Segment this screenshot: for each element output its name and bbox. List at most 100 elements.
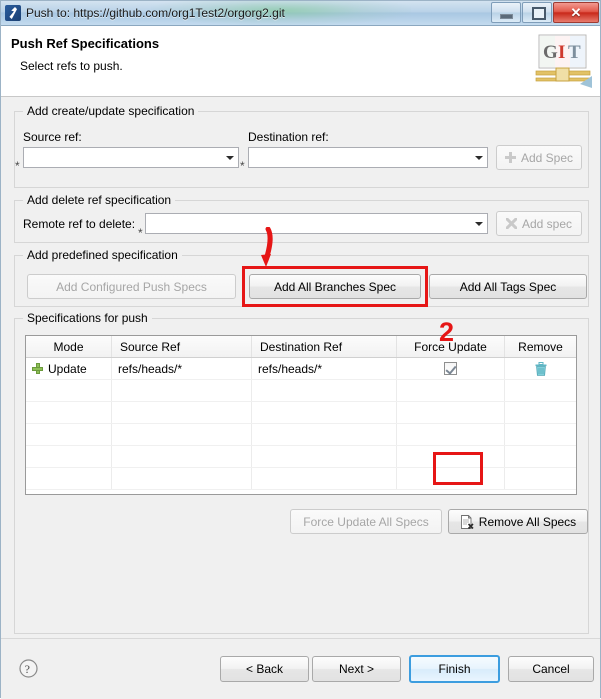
cell-empty bbox=[26, 402, 112, 423]
next-button[interactable]: Next > bbox=[312, 656, 401, 682]
cell-empty bbox=[112, 468, 252, 489]
window-controls: ✕ bbox=[490, 2, 599, 23]
table-row-empty[interactable] bbox=[26, 446, 576, 468]
cell-empty bbox=[112, 402, 252, 423]
cell-empty bbox=[505, 424, 576, 445]
column-header-force-update[interactable]: Force Update bbox=[397, 336, 505, 357]
back-button[interactable]: < Back bbox=[220, 656, 309, 682]
force-update-all-specs-button[interactable]: Force Update All Specs bbox=[290, 509, 442, 534]
add-all-branches-spec-label: Add All Branches Spec bbox=[273, 279, 397, 294]
dialog-footer: ? < Back Next > Finish Cancel bbox=[1, 638, 600, 697]
source-ref-label: Source ref: bbox=[23, 130, 82, 144]
cell-empty bbox=[252, 380, 397, 401]
cell-empty bbox=[397, 380, 505, 401]
table-header-row: Mode Source Ref Destination Ref Force Up… bbox=[26, 336, 576, 358]
finish-button-label: Finish bbox=[438, 662, 471, 676]
svg-text:T: T bbox=[568, 42, 581, 63]
window-title-bar: Push to: https://github.com/org1Test2/or… bbox=[1, 1, 600, 26]
cell-empty bbox=[505, 468, 576, 489]
page-title: Push Ref Specifications bbox=[11, 36, 160, 51]
table-row-empty[interactable] bbox=[26, 468, 576, 490]
remove-all-document-icon bbox=[460, 514, 474, 529]
chevron-down-icon bbox=[475, 156, 483, 160]
next-button-label: Next > bbox=[338, 662, 374, 676]
eclipse-git-icon bbox=[5, 5, 21, 21]
cell-destination-ref: refs/heads/* bbox=[252, 358, 397, 379]
source-ref-combo[interactable] bbox=[23, 147, 239, 168]
back-button-label: < Back bbox=[245, 662, 284, 676]
cell-empty bbox=[112, 424, 252, 445]
destination-ref-combo[interactable] bbox=[248, 147, 488, 168]
cancel-button-label: Cancel bbox=[532, 662, 570, 676]
column-header-destination-ref[interactable]: Destination Ref bbox=[252, 336, 397, 357]
cell-empty bbox=[26, 446, 112, 467]
cell-mode: Update bbox=[26, 358, 112, 379]
cell-force-update[interactable] bbox=[397, 358, 505, 379]
cell-empty bbox=[397, 424, 505, 445]
cell-empty bbox=[252, 446, 397, 467]
add-all-branches-spec-button[interactable]: Add All Branches Spec bbox=[249, 274, 421, 299]
source-ref-required-star: * bbox=[15, 159, 20, 173]
cell-mode-text: Update bbox=[48, 361, 87, 376]
remove-x-icon bbox=[505, 218, 517, 229]
specifications-table[interactable]: Mode Source Ref Destination Ref Force Up… bbox=[25, 335, 577, 495]
delete-spec-group-title: Add delete ref specification bbox=[23, 193, 176, 207]
add-spec-delete-button[interactable]: Add spec bbox=[496, 211, 582, 236]
add-all-tags-spec-button[interactable]: Add All Tags Spec bbox=[429, 274, 587, 299]
force-update-all-specs-label: Force Update All Specs bbox=[303, 514, 429, 529]
column-header-mode[interactable]: Mode bbox=[26, 336, 112, 357]
create-update-spec-group-title: Add create/update specification bbox=[23, 104, 199, 118]
cell-empty bbox=[112, 380, 252, 401]
add-spec-button-label: Add Spec bbox=[520, 150, 574, 165]
chevron-down-icon bbox=[475, 222, 483, 226]
table-row-empty[interactable] bbox=[26, 380, 576, 402]
close-icon: ✕ bbox=[570, 4, 582, 20]
add-configured-push-specs-button[interactable]: Add Configured Push Specs bbox=[27, 274, 236, 299]
cell-remove[interactable] bbox=[505, 358, 576, 379]
cell-empty bbox=[505, 380, 576, 401]
dialog-body: Add create/update specification Source r… bbox=[1, 97, 600, 699]
column-header-source-ref[interactable]: Source Ref bbox=[112, 336, 252, 357]
destination-ref-required-star: * bbox=[240, 159, 245, 173]
close-button[interactable]: ✕ bbox=[553, 2, 599, 23]
maximize-button[interactable] bbox=[522, 2, 552, 23]
dialog-header: Push Ref Specifications Select refs to p… bbox=[1, 26, 600, 97]
remove-all-specs-label: Remove All Specs bbox=[478, 514, 577, 529]
column-header-remove[interactable]: Remove bbox=[505, 336, 576, 357]
remote-ref-delete-combo[interactable] bbox=[145, 213, 488, 234]
force-update-checkbox[interactable] bbox=[444, 362, 457, 375]
question-mark-icon[interactable]: ? bbox=[19, 659, 38, 678]
cell-empty bbox=[252, 424, 397, 445]
remove-all-specs-button[interactable]: Remove All Specs bbox=[448, 509, 588, 534]
git-logo-icon: G I T bbox=[535, 34, 592, 88]
svg-text:?: ? bbox=[25, 662, 30, 676]
minimize-icon bbox=[500, 14, 513, 19]
cell-empty bbox=[505, 402, 576, 423]
cell-source-ref: refs/heads/* bbox=[112, 358, 252, 379]
maximize-icon bbox=[532, 7, 546, 20]
predefined-spec-group-title: Add predefined specification bbox=[23, 248, 182, 262]
add-all-tags-spec-label: Add All Tags Spec bbox=[459, 279, 557, 294]
trash-icon[interactable] bbox=[535, 361, 547, 376]
cell-empty bbox=[397, 446, 505, 467]
add-spec-button[interactable]: Add Spec bbox=[496, 145, 582, 170]
cell-empty bbox=[26, 468, 112, 489]
cell-empty bbox=[112, 446, 252, 467]
cell-empty bbox=[26, 424, 112, 445]
table-row-empty[interactable] bbox=[26, 402, 576, 424]
green-plus-icon bbox=[32, 363, 43, 374]
destination-ref-label: Destination ref: bbox=[248, 130, 329, 144]
cell-empty bbox=[397, 468, 505, 489]
cell-empty bbox=[505, 446, 576, 467]
svg-text:G: G bbox=[543, 42, 558, 63]
cell-empty bbox=[252, 402, 397, 423]
cancel-button[interactable]: Cancel bbox=[508, 656, 594, 682]
table-row[interactable]: Update refs/heads/* refs/heads/* bbox=[26, 358, 576, 380]
add-configured-push-specs-label: Add Configured Push Specs bbox=[56, 279, 207, 294]
cell-empty bbox=[252, 468, 397, 489]
specifications-for-push-group-title: Specifications for push bbox=[23, 311, 152, 325]
minimize-button[interactable] bbox=[491, 2, 521, 23]
remote-ref-required-star: * bbox=[138, 226, 143, 240]
finish-button[interactable]: Finish bbox=[409, 655, 500, 683]
table-row-empty[interactable] bbox=[26, 424, 576, 446]
